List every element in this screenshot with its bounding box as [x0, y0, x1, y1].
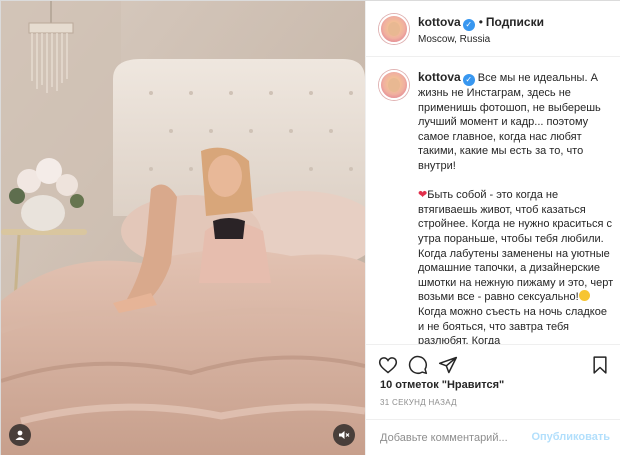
username-link[interactable]: kottova — [418, 15, 461, 29]
caption-paragraph-2-text: Быть собой - это когда не втягиваешь жив… — [418, 189, 614, 304]
heart-icon — [378, 357, 398, 374]
verified-badge-icon: ✓ — [462, 74, 475, 86]
mute-button[interactable] — [333, 424, 355, 446]
smile-emoji — [578, 290, 590, 302]
avatar[interactable] — [379, 14, 409, 44]
bookmark-icon — [593, 356, 607, 374]
comment-form: Опубликовать — [366, 419, 620, 455]
volume-off-icon — [339, 431, 350, 439]
instagram-post: kottova ✓ • Подписки Moscow, Russia kottova… — [0, 0, 620, 455]
action-bar — [366, 344, 620, 384]
caption-avatar[interactable] — [379, 70, 409, 100]
caption-area[interactable]: kottova ✓ Все мы не идеальны. А жизнь не … — [366, 58, 620, 344]
likes-count[interactable]: 10 отметок "Нравится" — [380, 379, 504, 391]
caption-paragraph-1: kottova ✓ Все мы не идеальны. А жизнь не … — [418, 70, 614, 174]
post-header: kottova ✓ • Подписки Moscow, Russia — [366, 1, 620, 57]
tag-people-button[interactable] — [9, 424, 31, 446]
share-button[interactable] — [436, 353, 460, 377]
red-heart-emoji: ❤ — [418, 189, 428, 202]
separator-dot: • — [478, 15, 483, 29]
follow-button[interactable]: Подписки — [486, 15, 544, 29]
bedroom-photo — [1, 1, 365, 455]
bookmark-button[interactable] — [588, 353, 612, 377]
publish-button[interactable]: Опубликовать — [531, 431, 610, 443]
post-video[interactable] — [1, 1, 365, 455]
comment-icon — [408, 355, 428, 375]
caption-text: kottova ✓ Все мы не идеальны. А жизнь не … — [418, 70, 614, 344]
caption-paragraph-2-continued: Когда можно съесть на ночь сладкое и не … — [418, 305, 607, 344]
caption-username[interactable]: kottova — [418, 70, 461, 84]
location-link[interactable]: Moscow, Russia — [418, 34, 490, 45]
comment-input[interactable] — [380, 430, 530, 446]
post-sidebar: kottova ✓ • Подписки Moscow, Russia kottova… — [365, 1, 620, 455]
verified-badge-icon: ✓ — [462, 19, 475, 31]
tag-people-icon — [15, 430, 25, 440]
like-button[interactable] — [376, 353, 400, 377]
share-icon — [438, 356, 458, 374]
comment-button[interactable] — [406, 353, 430, 377]
header-user-line: kottova ✓ • Подписки — [418, 15, 544, 31]
caption-paragraph-2: ❤Быть собой - это когда не втягиваешь жи… — [418, 188, 614, 344]
caption-paragraph-1-text: Все мы не идеальны. А жизнь не Инстаграм… — [418, 72, 601, 172]
post-timestamp[interactable]: 31 СЕКУНД НАЗАД — [380, 398, 457, 407]
